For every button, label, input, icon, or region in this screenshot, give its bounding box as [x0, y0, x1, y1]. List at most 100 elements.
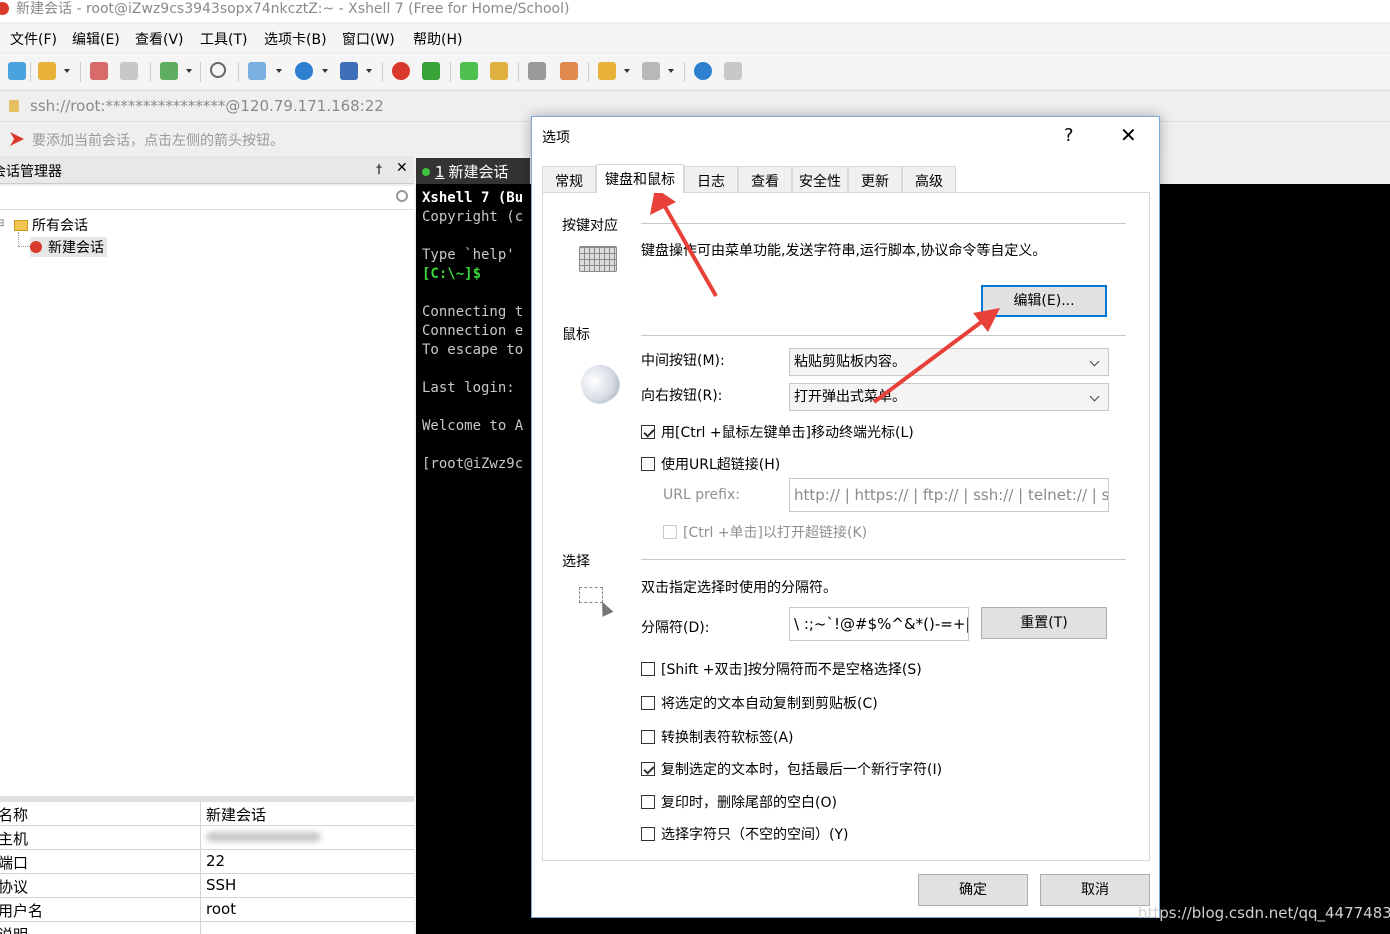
lock-icon[interactable]: [490, 62, 508, 80]
font-icon[interactable]: [340, 62, 358, 80]
middle-button-select[interactable]: 粘贴剪贴板内容。: [789, 348, 1109, 376]
lock-icon: [9, 100, 19, 112]
tab-advanced[interactable]: 高级: [902, 166, 956, 192]
menu-window[interactable]: 窗口(W): [342, 29, 395, 49]
xftp-icon[interactable]: [422, 62, 440, 80]
dialog-tab-strip: 常规 键盘和鼠标 日志 查看 安全性 更新 高级: [542, 164, 1150, 193]
help-icon[interactable]: ?: [1064, 125, 1074, 146]
trim-trailing-space-option[interactable]: 复印时，删除尾部的空白(O): [641, 792, 837, 812]
tree-expand-icon[interactable]: ⊟: [0, 218, 4, 229]
tree-node-new-session[interactable]: 新建会话: [30, 237, 107, 257]
tab-update[interactable]: 更新: [848, 166, 902, 192]
tree-connector: [18, 246, 30, 247]
auto-copy-option[interactable]: 将选定的文本自动复制到剪贴板(C): [641, 693, 878, 713]
fullscreen-icon[interactable]: [460, 62, 478, 80]
option-checkbox[interactable]: [641, 827, 655, 841]
option-label: 使用URL超链接(H): [661, 457, 781, 473]
tab-keyboard-mouse[interactable]: 键盘和鼠标: [596, 164, 684, 193]
chevron-down-icon[interactable]: [366, 69, 372, 73]
new-session-icon[interactable]: [8, 62, 26, 80]
terminal-line: Copyright (c: [422, 209, 524, 225]
right-button-select[interactable]: 打开弹出式菜单。: [789, 383, 1109, 411]
option-checkbox[interactable]: [641, 662, 655, 676]
transfer-icon[interactable]: [248, 62, 266, 80]
toolbar-separator: [30, 62, 31, 82]
disconnect-icon[interactable]: [120, 62, 138, 80]
open-folder-icon[interactable]: [38, 62, 56, 80]
layout-icon[interactable]: [642, 62, 660, 80]
ctrl-click-checkbox[interactable]: [641, 425, 655, 439]
selection-section-title: 选择: [562, 554, 590, 570]
ctrl-open-link-checkbox[interactable]: [663, 525, 677, 539]
reset-button[interactable]: 重置(T): [981, 607, 1107, 639]
find-icon[interactable]: [210, 62, 226, 78]
help-icon[interactable]: [694, 62, 712, 80]
menu-help[interactable]: 帮助(H): [413, 29, 462, 49]
search-icon[interactable]: [396, 190, 408, 202]
field-value: http:// | https:// | ftp:// | ssh:// | t…: [794, 486, 1109, 504]
ctrl-click-option[interactable]: 用[Ctrl +鼠标左键单击]移动终端光标(L): [641, 422, 914, 442]
settings-icon[interactable]: [160, 62, 178, 80]
delimiter-field[interactable]: \ :;~`!@#$%^&*()-=+|[]{: [789, 607, 969, 641]
tree-node-all-sessions[interactable]: 所有会话: [14, 215, 88, 235]
option-label: 用[Ctrl +鼠标左键单击]移动终端光标(L): [661, 425, 914, 441]
pin-icon[interactable]: †: [376, 162, 382, 176]
menu-view[interactable]: 查看(V): [135, 29, 184, 49]
session-search-input[interactable]: [0, 186, 414, 210]
property-key: 说明: [0, 924, 28, 934]
globe-icon[interactable]: [295, 62, 313, 80]
add-session-arrow-icon[interactable]: [10, 132, 24, 146]
close-icon[interactable]: ✕: [1120, 123, 1137, 147]
ok-button[interactable]: 确定: [918, 874, 1028, 906]
chevron-down-icon[interactable]: [624, 69, 630, 73]
select-value: 粘贴剪贴板内容。: [794, 354, 906, 370]
highlight-icon[interactable]: [560, 62, 578, 80]
option-checkbox[interactable]: [641, 795, 655, 809]
keyboard-icon[interactable]: [528, 62, 546, 80]
option-checkbox[interactable]: [641, 730, 655, 744]
field-value: \ :;~`!@#$%^&*()-=+|[]{: [794, 615, 969, 633]
chevron-down-icon[interactable]: [322, 69, 328, 73]
tab-view[interactable]: 查看: [738, 166, 792, 192]
edit-keymap-button[interactable]: 编辑(E)...: [981, 285, 1107, 317]
url-hyperlink-checkbox[interactable]: [641, 457, 655, 471]
chevron-down-icon[interactable]: [276, 69, 282, 73]
xshell-icon[interactable]: [392, 62, 410, 80]
connected-status-icon: [422, 168, 430, 176]
url-hyperlink-option[interactable]: 使用URL超链接(H): [641, 454, 780, 474]
session-tree: ⊟ 所有会话 新建会话: [0, 210, 414, 796]
reconnect-icon[interactable]: [90, 62, 108, 80]
terminal-line: Welcome to A: [422, 418, 524, 434]
option-checkbox[interactable]: [641, 762, 655, 776]
middle-button-label: 中间按钮(M):: [641, 353, 725, 369]
terminal-prompt: [C:\~]$: [422, 266, 482, 282]
include-newline-option[interactable]: 复制选定的文本时，包括最后一个新行字符(I): [641, 759, 942, 779]
shift-double-click-option[interactable]: [Shift +双击]按分隔符而不是空格选择(S): [641, 659, 922, 679]
chevron-down-icon[interactable]: [668, 69, 674, 73]
toolbar-separator: [518, 62, 519, 82]
new-tab-icon[interactable]: [598, 62, 616, 80]
close-icon[interactable]: ✕: [396, 160, 408, 176]
chevron-down-icon[interactable]: [64, 69, 70, 73]
address-text[interactable]: ssh://root:****************@120.79.171.1…: [30, 97, 384, 115]
option-checkbox[interactable]: [641, 696, 655, 710]
tab-number: 1: [435, 163, 445, 181]
ctrl-open-link-option[interactable]: [Ctrl +单击]以打开超链接(K): [663, 522, 867, 542]
chevron-down-icon[interactable]: [186, 69, 192, 73]
terminal-line: To escape to: [422, 342, 524, 358]
non-space-only-option[interactable]: 选择字符只（不空的空间）(Y): [641, 824, 848, 844]
tab-security[interactable]: 安全性: [792, 166, 848, 192]
menu-file[interactable]: 文件(F): [10, 29, 57, 49]
url-prefix-field[interactable]: http:// | https:// | ftp:// | ssh:// | t…: [789, 478, 1109, 512]
cancel-button[interactable]: 取消: [1040, 874, 1150, 906]
menu-tools[interactable]: 工具(T): [200, 29, 247, 49]
menu-edit[interactable]: 编辑(E): [72, 29, 120, 49]
menu-tabs[interactable]: 选项卡(B): [264, 29, 327, 49]
tab-soft-label-option[interactable]: 转换制表符软标签(A): [641, 727, 794, 747]
tab-general[interactable]: 常规: [542, 166, 596, 192]
terminal-tab-new-session[interactable]: 1 新建会话: [416, 158, 530, 184]
chat-icon[interactable]: [724, 62, 742, 80]
tab-log[interactable]: 日志: [684, 166, 738, 192]
redacted-host-value: [206, 832, 321, 842]
dialog-title: 选项: [542, 130, 570, 146]
